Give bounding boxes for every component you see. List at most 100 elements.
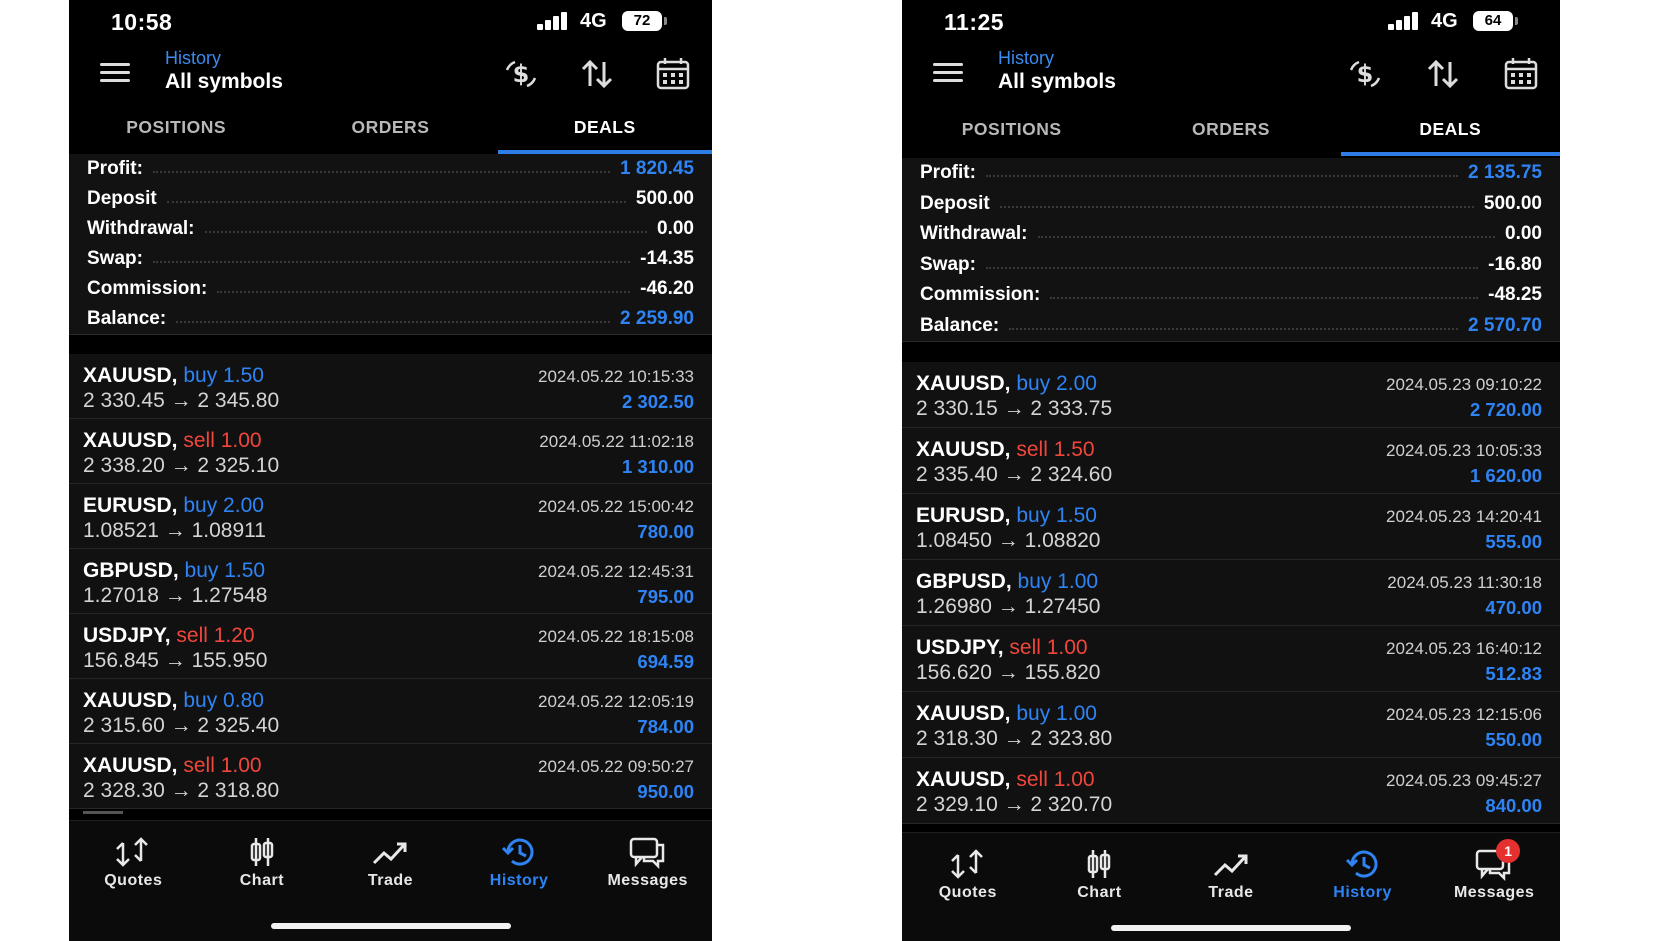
deal-profit: 470.00 (1485, 597, 1542, 618)
deal-time: 2024.05.22 12:05:19 (538, 692, 694, 711)
tab-positions[interactable]: POSITIONS (69, 106, 283, 154)
deal-profit: 950.00 (637, 781, 694, 802)
deal-time: 2024.05.23 09:10:22 (1386, 375, 1542, 394)
svg-text:$: $ (513, 60, 530, 88)
currency-exchange-icon[interactable]: $ (501, 54, 541, 94)
deal-row[interactable]: XAUUSD, sell 1.00 2 338.20 → 2 325.10 2024… (69, 419, 712, 484)
deal-profit: 512.83 (1485, 663, 1542, 684)
deal-profit: 555.00 (1485, 531, 1542, 552)
nav-label: Trade (367, 872, 414, 889)
app-header: History All symbols $ (902, 44, 1560, 106)
deal-symbol: GBPUSD, (916, 570, 1012, 593)
tab-positions[interactable]: POSITIONS (902, 108, 1121, 156)
deal-symbol: XAUUSD, (83, 429, 178, 452)
deal-time: 2024.05.22 15:00:42 (538, 497, 694, 516)
nav-chart[interactable]: Chart (1034, 847, 1166, 902)
deal-symbol: EURUSD, (916, 504, 1011, 527)
deal-prices: 156.845 → 155.950 (83, 649, 268, 672)
deal-row[interactable]: GBPUSD, buy 1.00 1.26980 → 1.27450 2024.05… (902, 560, 1560, 626)
summary-row-deposit: Deposit 500.00 (902, 189, 1560, 220)
deal-symbol: XAUUSD, (83, 754, 178, 777)
nav-trade[interactable]: Trade (1165, 847, 1297, 902)
deal-prices: 2 335.40 → 2 324.60 (916, 463, 1113, 486)
deal-prices: 1.27018 → 1.27548 (83, 584, 268, 607)
nav-label: History (1333, 884, 1392, 901)
nav-messages[interactable]: 1 Messages (1428, 839, 1560, 902)
nav-history[interactable]: History (455, 835, 584, 890)
chart-icon (242, 835, 282, 869)
cellular-signal-icon (537, 12, 575, 30)
nav-quotes[interactable]: Quotes (69, 835, 198, 890)
deal-row[interactable]: EURUSD, buy 2.00 1.08521 → 1.08911 2024.05… (69, 484, 712, 549)
nav-messages[interactable]: Messages (583, 835, 712, 890)
account-summary: Profit: 2 135.75 Deposit 500.00 Withdrawal… (902, 158, 1560, 342)
deal-time: 2024.05.22 18:15:08 (538, 627, 694, 646)
summary-value: 2 570.70 (1468, 314, 1542, 336)
nav-label: Chart (1077, 884, 1122, 901)
deal-row[interactable]: XAUUSD, sell 1.00 2 328.30 → 2 318.80 2024… (69, 744, 712, 809)
home-indicator[interactable] (270, 923, 511, 929)
deal-row[interactable]: XAUUSD, buy 1.50 2 330.45 → 2 345.80 2024.… (69, 354, 712, 419)
nav-history[interactable]: History (1297, 847, 1429, 902)
summary-row-swap: Swap: -14.35 (69, 244, 712, 274)
nav-chart[interactable]: Chart (198, 835, 327, 890)
deal-prices: 1.26980 → 1.27450 (916, 595, 1101, 618)
deal-row[interactable]: XAUUSD, sell 1.00 2 329.10 → 2 320.70 2024… (902, 758, 1560, 824)
summary-row-balance: Balance: 2 259.90 (69, 304, 712, 334)
bottom-navigation: Quotes Chart Trade History 1 Messages (902, 832, 1560, 941)
deal-row[interactable]: USDJPY, sell 1.00 156.620 → 155.820 2024.0… (902, 626, 1560, 692)
tab-orders[interactable]: ORDERS (283, 106, 497, 154)
history-tabs: POSITIONS ORDERS DEALS (902, 108, 1560, 158)
home-indicator[interactable] (1111, 925, 1351, 931)
deal-row[interactable]: XAUUSD, sell 1.50 2 335.40 → 2 324.60 2024… (902, 428, 1560, 494)
deal-prices: 1.08450 → 1.08820 (916, 529, 1101, 552)
summary-value: 500.00 (1483, 192, 1542, 214)
deal-side: buy 1.00 (1017, 570, 1099, 593)
deal-side: buy 0.80 (183, 689, 264, 712)
tab-deals[interactable]: DEALS (1340, 108, 1560, 156)
calendar-icon[interactable] (1501, 54, 1541, 94)
deal-time: 2024.05.22 09:50:27 (538, 757, 694, 776)
nav-trade[interactable]: Trade (326, 835, 455, 890)
nav-label: Quotes (938, 884, 997, 901)
nav-quotes[interactable]: Quotes (902, 847, 1034, 902)
hamburger-menu-icon[interactable] (933, 63, 963, 83)
deal-row[interactable]: USDJPY, sell 1.20 156.845 → 155.950 2024.0… (69, 614, 712, 679)
deal-row[interactable]: EURUSD, buy 1.50 1.08450 → 1.08820 2024.05… (902, 494, 1560, 560)
sort-icon[interactable] (1423, 54, 1463, 94)
deal-row[interactable]: XAUUSD, buy 0.80 2 315.60 → 2 325.40 2024.… (69, 679, 712, 744)
summary-row-withdrawal: Withdrawal: 0.00 (69, 214, 712, 244)
summary-value: 1 820.45 (620, 158, 694, 179)
deal-prices: 2 328.30 → 2 318.80 (83, 779, 280, 802)
deal-row[interactable]: GBPUSD, buy 1.50 1.27018 → 1.27548 2024.05… (69, 549, 712, 614)
deal-symbol: USDJPY, (83, 624, 171, 647)
deal-side: sell 1.00 (1009, 636, 1088, 659)
network-type: 4G (580, 10, 607, 32)
currency-exchange-icon[interactable]: $ (1345, 54, 1385, 94)
deal-profit: 840.00 (1485, 795, 1542, 816)
tab-deals[interactable]: DEALS (497, 106, 712, 154)
hamburger-menu-icon[interactable] (100, 63, 130, 83)
deal-side: sell 1.20 (176, 624, 255, 647)
tab-orders[interactable]: ORDERS (1121, 108, 1340, 156)
deal-profit: 550.00 (1485, 729, 1542, 750)
deal-side: buy 2.00 (1016, 372, 1097, 395)
deal-time: 2024.05.23 12:15:06 (1386, 705, 1542, 724)
sort-icon[interactable] (577, 54, 617, 94)
deal-row[interactable]: XAUUSD, buy 1.00 2 318.30 → 2 323.80 2024.… (902, 692, 1560, 758)
summary-label: Swap: (87, 248, 143, 269)
deal-time: 2024.05.22 11:02:18 (539, 432, 694, 451)
deal-row[interactable]: XAUUSD, buy 2.00 2 330.15 → 2 333.75 2024.… (902, 362, 1560, 428)
calendar-icon[interactable] (653, 54, 693, 94)
history-tabs: POSITIONS ORDERS DEALS (69, 106, 712, 154)
summary-label: Commission: (87, 278, 208, 299)
header-title[interactable]: All symbols (165, 70, 283, 94)
unread-badge: 1 (1496, 839, 1521, 863)
header-subtitle: History (165, 48, 222, 68)
header-title[interactable]: All symbols (998, 70, 1116, 94)
deal-side: buy 2.00 (183, 494, 264, 517)
status-time: 10:58 (111, 9, 173, 35)
deal-profit: 780.00 (637, 521, 694, 542)
quotes-icon (113, 835, 153, 869)
deal-time: 2024.05.23 09:45:27 (1386, 771, 1542, 790)
